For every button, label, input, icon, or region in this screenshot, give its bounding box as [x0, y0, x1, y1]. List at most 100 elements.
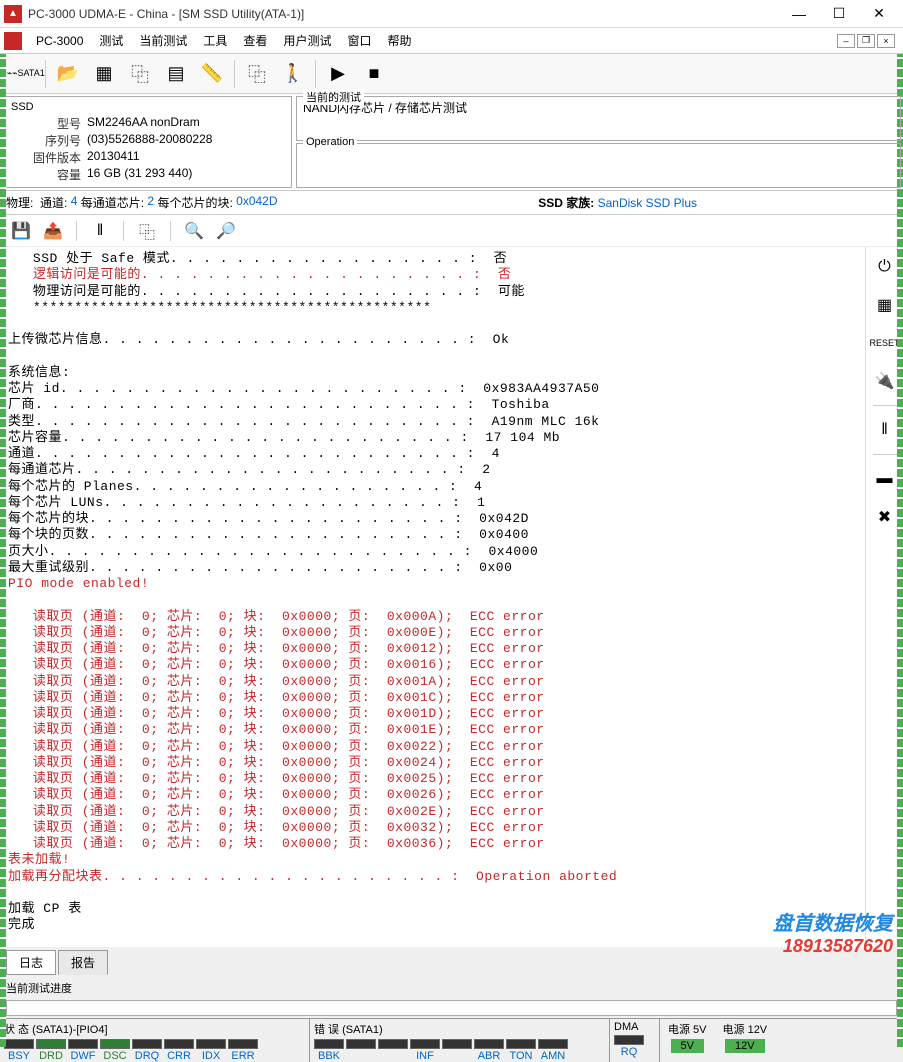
led-IDX: IDX — [196, 1039, 226, 1062]
power-5v: 电源 5V 5V — [660, 1019, 715, 1062]
find-next-button[interactable]: 🔎 — [213, 218, 239, 244]
save-log-button[interactable]: 💾 — [8, 218, 34, 244]
edge-right — [897, 54, 903, 1047]
fw-label: 固件版本 — [11, 149, 81, 166]
separator — [234, 60, 235, 88]
led-BSY: BSY — [4, 1039, 34, 1062]
board-icon[interactable]: ▦ — [871, 291, 899, 319]
physical-bar: 物理: 通道: 4 每通道芯片: 2 每个芯片的块: 0x042D SSD 家族… — [0, 191, 903, 215]
copy-pages-button[interactable]: ⿻ — [123, 57, 157, 91]
operation-label: Operation — [303, 136, 357, 148]
tab-log[interactable]: 日志 — [6, 950, 56, 975]
cap-value: 16 GB (31 293 440) — [87, 166, 192, 183]
separator — [123, 221, 124, 241]
leds-err: BBKINFABRTONAMN — [314, 1039, 605, 1062]
chan-label: 通道: — [40, 194, 67, 211]
maximize-button[interactable]: ☐ — [819, 0, 859, 28]
reset-icon[interactable]: RESET — [871, 329, 899, 357]
pwr5-value: 5V — [671, 1039, 704, 1053]
ssd-info-header: SSD — [11, 101, 283, 113]
menu-item[interactable]: 工具 — [195, 29, 235, 52]
current-test-panel: 当前的测试 NAND闪存芯片 / 存储芯片测试 Operation — [296, 96, 901, 188]
chip-button[interactable]: ▦ — [87, 57, 121, 91]
status-err-header: 错 误 (SATA1) — [314, 1021, 605, 1037]
led-DSC: DSC — [100, 1039, 130, 1062]
find-button[interactable]: 🔍 — [181, 218, 207, 244]
toolbar: ⌁⌁⌁SATA1 📂 ▦ ⿻ ▤ 📏 ⿻ 🚶 ▶ ■ — [0, 54, 903, 94]
menu-app[interactable]: PC-3000 — [28, 31, 91, 51]
sub-toolbar: 💾 📤 ‖ ⿻ 🔍 🔎 — [0, 215, 903, 247]
bpc-label: 每个芯片的块: — [157, 194, 232, 211]
led-DRD: DRD — [36, 1039, 66, 1062]
status-bar: 状 态 (SATA1)-[PIO4] BSYDRDDWFDSCDRQCRRIDX… — [0, 1018, 903, 1062]
led-AMN: AMN — [538, 1039, 568, 1062]
leds-state: BSYDRDDWFDSCDRQCRRIDXERR — [4, 1039, 305, 1062]
pwr12-value: 12V — [725, 1039, 765, 1053]
serial-label: 序列号 — [11, 132, 81, 149]
window-title: PC-3000 UDMA-E - China - [SM SSD Utility… — [28, 7, 779, 21]
led-CRR: CRR — [164, 1039, 194, 1062]
led-blank — [378, 1039, 408, 1062]
menu-item[interactable]: 窗口 — [339, 29, 379, 52]
menu-item[interactable]: 帮助 — [379, 29, 419, 52]
cpc-value: 2 — [147, 194, 154, 211]
close-button[interactable]: ✕ — [859, 0, 899, 28]
edge-left — [0, 54, 6, 1047]
app-logo-icon: ▲ — [4, 5, 22, 23]
report-button[interactable]: ▤ — [159, 57, 193, 91]
export-button[interactable]: 📤 — [40, 218, 66, 244]
stack-button[interactable]: ⿻ — [240, 57, 274, 91]
menu-item[interactable]: 用户测试 — [275, 29, 339, 52]
power-12v: 电源 12V 12V — [715, 1019, 776, 1062]
led-blank — [442, 1039, 472, 1062]
menubar: PC-3000 测试 当前测试 工具 查看 用户测试 窗口 帮助 – ❐ × — [0, 28, 903, 54]
cpc-label: 每通道芯片: — [81, 194, 144, 211]
mdi-close-button[interactable]: × — [877, 34, 895, 48]
pause-icon[interactable]: ‖ — [871, 416, 899, 444]
sata-port-button[interactable]: ⌁⌁⌁SATA1 — [6, 57, 40, 91]
plug-icon[interactable]: 🔌 — [871, 367, 899, 395]
copy-button[interactable]: ⿻ — [134, 218, 160, 244]
separator — [170, 221, 171, 241]
ssd-info-panel: SSD 型号SM2246AA nonDram 序列号(03)5526888-20… — [2, 96, 292, 188]
separator — [315, 60, 316, 88]
info-row: SSD 型号SM2246AA nonDram 序列号(03)5526888-20… — [0, 94, 903, 191]
log-output[interactable]: SSD 处于 Safe 模式. . . . . . . . . . . . . … — [0, 247, 865, 947]
tools-icon[interactable]: ✖ — [871, 503, 899, 531]
menu-item[interactable]: 查看 — [235, 29, 275, 52]
status-dma-header: DMA — [614, 1021, 655, 1033]
power-icon[interactable]: ⏻ — [871, 253, 899, 281]
led-DRQ: DRQ — [132, 1039, 162, 1062]
separator — [45, 60, 46, 88]
led-TON: TON — [506, 1039, 536, 1062]
pause-button[interactable]: ‖ — [87, 218, 113, 244]
bpc-value: 0x042D — [236, 194, 277, 211]
fw-value: 20130411 — [87, 149, 140, 166]
pwr5-label: 电源 5V — [668, 1021, 707, 1037]
log-tabs: 日志 报告 — [0, 947, 903, 978]
menu-item[interactable]: 当前测试 — [131, 29, 195, 52]
play-button[interactable]: ▶ — [321, 57, 355, 91]
progress-label: 当前测试进度 — [0, 978, 903, 998]
separator — [873, 454, 897, 455]
tab-report[interactable]: 报告 — [58, 950, 108, 975]
app-logo-small-icon — [4, 32, 22, 50]
ruler-button[interactable]: 📏 — [195, 57, 229, 91]
current-test-label: 当前的测试 — [303, 89, 364, 105]
status-state-header: 状 态 (SATA1)-[PIO4] — [4, 1021, 305, 1037]
progress-bar — [6, 1000, 897, 1016]
stop-button[interactable]: ■ — [357, 57, 391, 91]
minimize-button[interactable]: — — [779, 0, 819, 28]
led-BBK: BBK — [314, 1039, 344, 1062]
separator — [76, 221, 77, 241]
mdi-minimize-button[interactable]: – — [837, 34, 855, 48]
led-ERR: ERR — [228, 1039, 258, 1062]
exit-button[interactable]: 🚶 — [276, 57, 310, 91]
open-button[interactable]: 📂 — [51, 57, 85, 91]
chip-icon[interactable]: ▬ — [871, 465, 899, 493]
family-value: SanDisk SSD Plus — [598, 196, 697, 210]
cap-label: 容量 — [11, 166, 81, 183]
led-DWF: DWF — [68, 1039, 98, 1062]
menu-item[interactable]: 测试 — [91, 29, 131, 52]
mdi-restore-button[interactable]: ❐ — [857, 34, 875, 48]
